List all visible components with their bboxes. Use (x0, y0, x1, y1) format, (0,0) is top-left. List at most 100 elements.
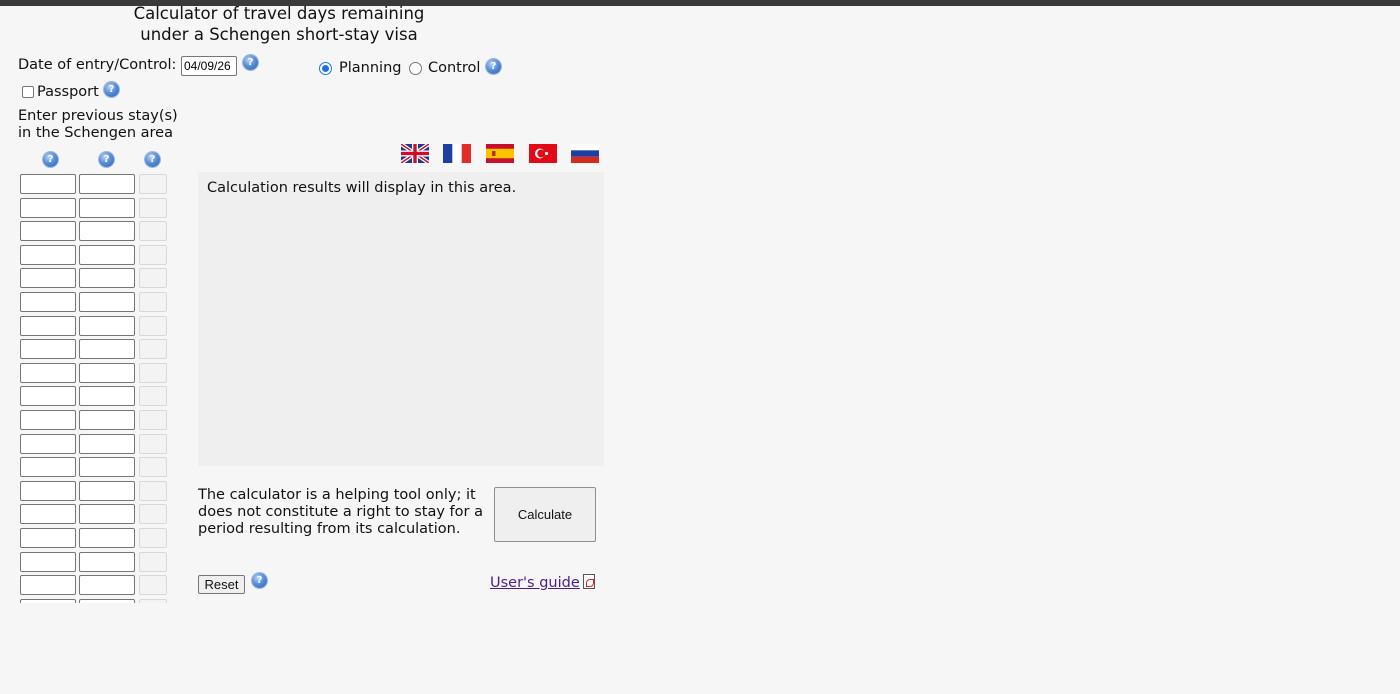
days-column-help-icon[interactable]: ? (145, 152, 160, 167)
stay-row (20, 551, 180, 576)
pdf-icon[interactable] (583, 574, 595, 589)
stay-row (20, 457, 180, 481)
stay-days-field (139, 433, 167, 454)
russia-flag-icon[interactable] (571, 144, 599, 163)
stay-days-field (139, 598, 167, 603)
stay-exit-date-input[interactable] (79, 598, 135, 603)
results-placeholder: Calculation results will display in this… (207, 180, 517, 196)
passport-checkbox[interactable] (22, 86, 34, 98)
stay-row (20, 386, 180, 410)
stay-days-field (139, 527, 167, 548)
previous-stays-label: Enter previous stay(s) in the Schengen a… (18, 108, 178, 142)
results-area: Calculation results will display in this… (198, 172, 604, 466)
stay-entry-date-input[interactable] (20, 362, 76, 383)
planning-radio[interactable] (319, 62, 332, 75)
spain-flag-icon[interactable] (486, 144, 514, 163)
date-help-icon[interactable]: ? (243, 55, 258, 70)
stay-days-field (139, 221, 167, 242)
turkey-flag-icon[interactable] (529, 144, 557, 163)
stay-exit-date-input[interactable] (79, 221, 135, 242)
stay-entry-date-input[interactable] (20, 197, 76, 218)
stay-days-field (139, 291, 167, 312)
stay-row (20, 268, 180, 292)
date-input[interactable] (181, 56, 237, 76)
calculate-button[interactable]: Calculate (494, 487, 596, 542)
france-flag-icon[interactable] (443, 144, 471, 163)
stay-exit-date-input[interactable] (79, 268, 135, 289)
uk-flag-icon[interactable] (401, 144, 429, 163)
reset-help-icon[interactable]: ? (252, 573, 267, 588)
stay-exit-date-input[interactable] (79, 197, 135, 218)
control-radio[interactable] (409, 62, 422, 75)
stay-days-field (139, 244, 167, 265)
entry-column-help-icon[interactable]: ? (43, 152, 58, 167)
stay-entry-date-input[interactable] (20, 504, 76, 525)
stay-exit-date-input[interactable] (79, 174, 135, 194)
stay-exit-date-input[interactable] (79, 362, 135, 383)
stay-exit-date-input[interactable] (79, 504, 135, 525)
stay-entry-date-input[interactable] (20, 221, 76, 242)
title-line-2: under a Schengen short-stay visa (140, 25, 418, 44)
stay-exit-date-input[interactable] (79, 409, 135, 430)
stay-row (20, 221, 180, 245)
passport-help-icon[interactable]: ? (104, 82, 119, 97)
stay-row (20, 598, 180, 603)
stay-entry-date-input[interactable] (20, 527, 76, 548)
stay-days-field (139, 504, 167, 525)
stay-exit-date-input[interactable] (79, 244, 135, 265)
stay-days-field (139, 551, 167, 572)
stays-label-line-2: in the Schengen area (18, 125, 173, 141)
stay-row (20, 315, 180, 340)
passport-label: Passport (37, 84, 99, 100)
stay-entry-date-input[interactable] (20, 386, 76, 407)
stay-exit-date-input[interactable] (79, 457, 135, 478)
stay-entry-date-input[interactable] (20, 174, 76, 194)
reset-button[interactable]: Reset (198, 575, 245, 594)
stay-exit-date-input[interactable] (79, 527, 135, 548)
stay-entry-date-input[interactable] (20, 244, 76, 265)
stay-days-field (139, 409, 167, 430)
stay-row (20, 174, 180, 198)
stay-exit-date-input[interactable] (79, 575, 135, 596)
stay-entry-date-input[interactable] (20, 551, 76, 572)
stay-row (20, 339, 180, 363)
exit-column-help-icon[interactable]: ? (99, 152, 114, 167)
stay-days-field (139, 480, 167, 501)
stay-entry-date-input[interactable] (20, 433, 76, 454)
stay-entry-date-input[interactable] (20, 268, 76, 289)
mode-help-icon[interactable]: ? (486, 59, 501, 74)
stay-entry-date-input[interactable] (20, 598, 76, 603)
users-guide-link[interactable]: User's guide (490, 575, 580, 591)
stay-exit-date-input[interactable] (79, 386, 135, 407)
stay-entry-date-input[interactable] (20, 315, 76, 336)
stay-days-field (139, 457, 167, 478)
stay-exit-date-input[interactable] (79, 480, 135, 501)
stay-exit-date-input[interactable] (79, 551, 135, 572)
stay-entry-date-input[interactable] (20, 575, 76, 596)
stay-exit-date-input[interactable] (79, 291, 135, 312)
stay-row (20, 527, 180, 552)
stay-row (20, 504, 180, 528)
stay-row (20, 575, 180, 599)
previous-stays-table (20, 174, 180, 603)
stay-days-field (139, 362, 167, 383)
stay-entry-date-input[interactable] (20, 339, 76, 360)
stay-row (20, 409, 180, 434)
control-label: Control (428, 60, 481, 76)
stay-row (20, 433, 180, 458)
page-title: Calculator of travel days remaining unde… (120, 3, 438, 45)
stay-exit-date-input[interactable] (79, 315, 135, 336)
stay-exit-date-input[interactable] (79, 433, 135, 454)
disclaimer-text: The calculator is a helping tool only; i… (198, 487, 483, 537)
stay-entry-date-input[interactable] (20, 291, 76, 312)
stay-row (20, 197, 180, 222)
language-selector (400, 144, 610, 164)
stay-entry-date-input[interactable] (20, 457, 76, 478)
stay-entry-date-input[interactable] (20, 480, 76, 501)
stay-entry-date-input[interactable] (20, 409, 76, 430)
stays-label-line-1: Enter previous stay(s) (18, 108, 178, 124)
stay-days-field (139, 575, 167, 596)
title-line-1: Calculator of travel days remaining (133, 4, 425, 23)
stay-days-field (139, 339, 167, 360)
stay-exit-date-input[interactable] (79, 339, 135, 360)
